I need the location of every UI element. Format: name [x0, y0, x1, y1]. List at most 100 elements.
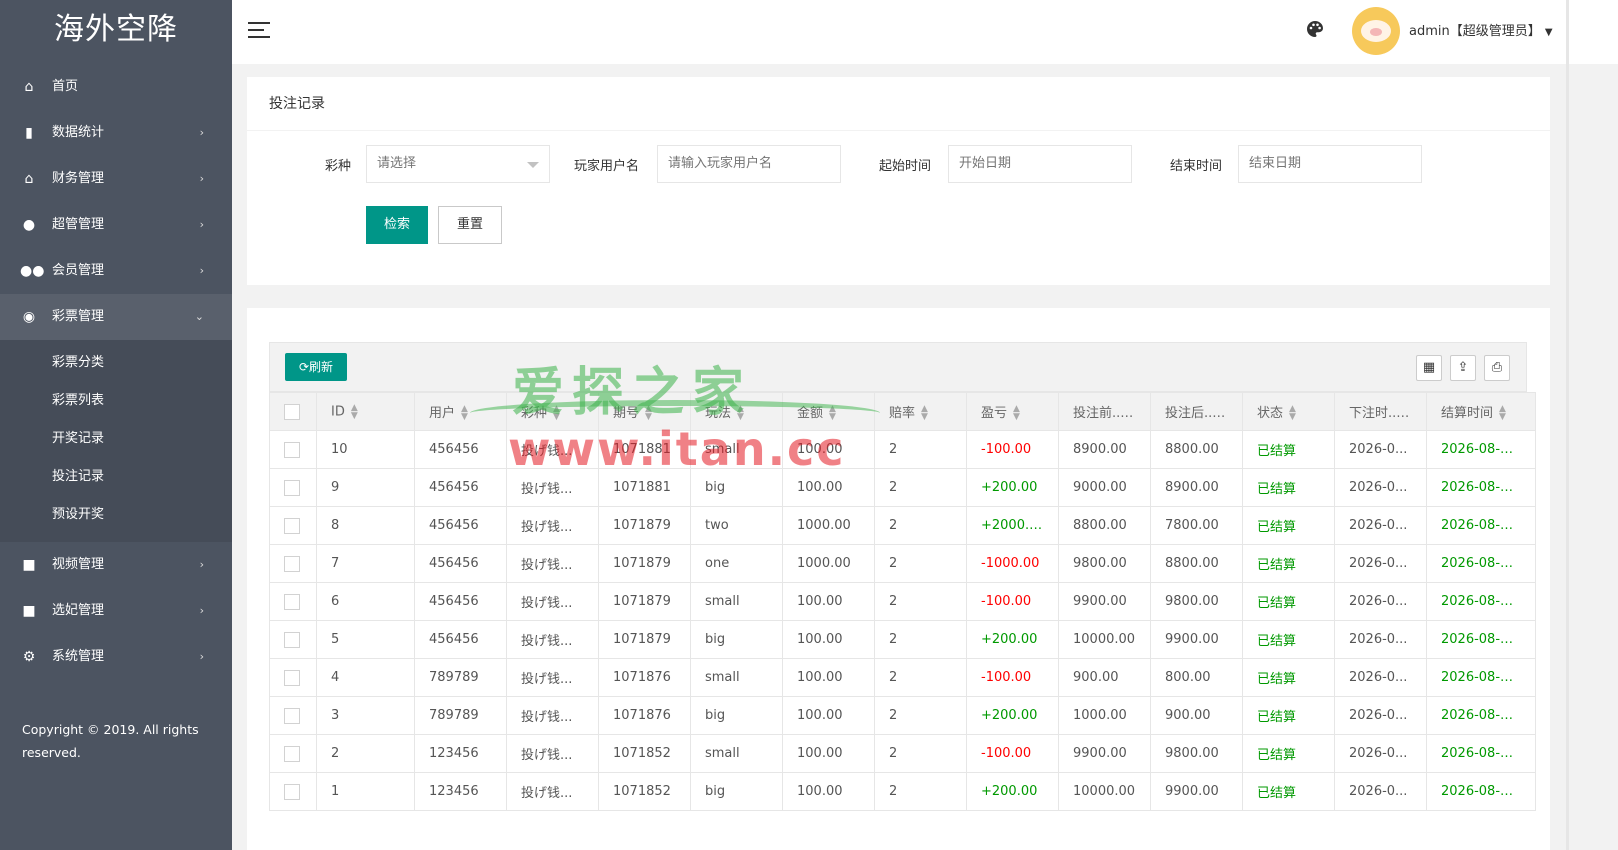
row-checkbox-cell[interactable]	[269, 582, 317, 621]
sort-icon[interactable]: ▲ ▼	[351, 403, 358, 420]
row-checkbox[interactable]	[284, 631, 300, 648]
table-row[interactable]: 9 456456 投げ钱... 1071881 big 100.00 2 +200.00 900…	[269, 468, 1536, 507]
row-checkbox[interactable]	[284, 441, 300, 458]
sidebar-subitem[interactable]: 开奖记录	[0, 420, 232, 458]
cell-amount: 100.00	[782, 658, 875, 697]
refresh-button[interactable]: ⟳刷新	[285, 353, 347, 381]
chevron-right-icon: ›	[199, 172, 204, 185]
sort-icon[interactable]: ▲ ▼	[1289, 405, 1296, 422]
sidebar-item[interactable]: ● 超管管理 ›	[0, 202, 232, 248]
table-row[interactable]: 10 456456 投げ钱... 1071881 small 100.00 2 -100.00…	[269, 430, 1536, 469]
column-header[interactable]: 赔率 ▲ ▼	[874, 392, 967, 431]
column-header-label: 结算时间	[1441, 405, 1494, 421]
cell-user: 456456	[414, 620, 507, 659]
table-row[interactable]: 2 123456 投げ钱... 1071852 small 100.00 2 -100.00 9…	[269, 734, 1536, 773]
row-checkbox-cell[interactable]	[269, 772, 317, 811]
table-row[interactable]: 8 456456 投げ钱... 1071879 two 1000.00 2 +2000.00 8…	[269, 506, 1536, 545]
row-checkbox-cell[interactable]	[269, 696, 317, 735]
cell-id: 10	[316, 430, 415, 469]
row-checkbox[interactable]	[284, 745, 300, 762]
sidebar-item[interactable]: ▮ 数据统计 ›	[0, 110, 232, 156]
sidebar-item[interactable]: ■ 视频管理 ›	[0, 542, 232, 588]
end-date-input[interactable]: 结束日期	[1238, 145, 1422, 183]
username-input[interactable]: 请输入玩家用户名	[657, 145, 841, 183]
app-logo[interactable]: 海外空降	[0, 0, 232, 64]
cell-settle-time: 2026-08-05 13:	[1426, 430, 1536, 469]
column-header[interactable]: 下注时... ▲ ▼	[1334, 392, 1427, 431]
cell-profit: -100.00	[966, 734, 1059, 773]
sort-icon[interactable]: ▲ ▼	[461, 405, 468, 422]
table-row[interactable]: 4 789789 投げ钱... 1071876 small 100.00 2 -100.00 9…	[269, 658, 1536, 697]
table-row[interactable]: 7 456456 投げ钱... 1071879 one 1000.00 2 -1000.00 9…	[269, 544, 1536, 583]
print-icon[interactable]: ⎙	[1484, 355, 1510, 381]
user-menu[interactable]: admin【超级管理员】 ▼	[1409, 20, 1553, 39]
lottery-select[interactable]: 请选择	[366, 145, 550, 183]
sidebar-subitem[interactable]: 彩票分类	[0, 344, 232, 382]
row-checkbox[interactable]	[284, 479, 300, 496]
column-header-label: 用户	[429, 405, 456, 421]
row-checkbox[interactable]	[284, 783, 300, 800]
cell-after: 7800.00	[1150, 506, 1243, 545]
home-icon: ⌂	[24, 79, 34, 95]
scrollbar[interactable]	[1566, 0, 1569, 64]
sidebar-item[interactable]: ◉ 彩票管理 ⌄	[0, 294, 232, 340]
row-checkbox-cell[interactable]	[269, 734, 317, 773]
gamepad-icon: ◉	[22, 309, 36, 325]
row-checkbox-cell[interactable]	[269, 506, 317, 545]
reset-button[interactable]: 重置	[438, 206, 502, 244]
sidebar-item[interactable]: ■ 选妃管理 ›	[0, 588, 232, 634]
table-row[interactable]: 5 456456 投げ钱... 1071879 big 100.00 2 +200.00 100…	[269, 620, 1536, 659]
row-checkbox-cell[interactable]	[269, 544, 317, 583]
sidebar-item[interactable]: ●● 会员管理 ›	[0, 248, 232, 294]
start-date-input[interactable]: 开始日期	[948, 145, 1132, 183]
export-icon[interactable]: ⇪	[1450, 355, 1476, 381]
select-all-checkbox-cell[interactable]	[269, 392, 317, 431]
cell-user: 456456	[414, 506, 507, 545]
table-row[interactable]: 6 456456 投げ钱... 1071879 small 100.00 2 -100.00 9…	[269, 582, 1536, 621]
column-header[interactable]: 结算时间 ▲ ▼	[1426, 392, 1536, 431]
menu-toggle-icon[interactable]	[248, 22, 270, 40]
sidebar-subitem[interactable]: 彩票列表	[0, 382, 232, 420]
column-header[interactable]: 投注后... ▲ ▼	[1150, 392, 1243, 431]
column-header-label: ID	[331, 404, 345, 419]
cell-settle-time: 2026-08-05 13:	[1426, 544, 1536, 583]
row-checkbox-cell[interactable]	[269, 620, 317, 659]
row-checkbox[interactable]	[284, 669, 300, 686]
sort-icon[interactable]: ▲ ▼	[1499, 405, 1506, 422]
row-checkbox-cell[interactable]	[269, 430, 317, 469]
row-checkbox[interactable]	[284, 593, 300, 610]
row-checkbox[interactable]	[284, 555, 300, 572]
cell-settle-time: 2026-08-05 12:	[1426, 696, 1536, 735]
theme-palette-icon[interactable]	[1306, 20, 1326, 40]
sidebar-item[interactable]: ⌂ 首页	[0, 64, 232, 110]
column-header-label: 状态	[1257, 405, 1284, 421]
sort-icon[interactable]: ▲ ▼	[921, 405, 928, 422]
column-header-label: 下注时...	[1349, 405, 1401, 421]
cell-status: 已结算	[1242, 696, 1335, 735]
sidebar-item[interactable]: ⚙ 系统管理 ›	[0, 634, 232, 680]
sort-icon[interactable]: ▲ ▼	[1013, 405, 1020, 422]
user-avatar[interactable]	[1352, 7, 1400, 55]
column-header[interactable]: 投注前... ▲ ▼	[1058, 392, 1151, 431]
sidebar-item[interactable]: ⌂ 财务管理 ›	[0, 156, 232, 202]
columns-filter-icon[interactable]: ▦	[1416, 355, 1442, 381]
row-checkbox-cell[interactable]	[269, 468, 317, 507]
table-row[interactable]: 1 123456 投げ钱... 1071852 big 100.00 2 +200.00 100…	[269, 772, 1536, 811]
sidebar-subitem[interactable]: 预设开奖	[0, 496, 232, 534]
sidebar-subitem[interactable]: 投注记录	[0, 458, 232, 496]
select-all-checkbox[interactable]	[284, 403, 300, 420]
end-date-placeholder: 结束日期	[1249, 156, 1302, 171]
column-header[interactable]: ID ▲ ▼	[316, 392, 415, 431]
cell-amount: 1000.00	[782, 544, 875, 583]
bar-chart-icon: ▮	[25, 125, 33, 141]
page-scrollbar[interactable]	[1566, 64, 1569, 850]
column-header[interactable]: 状态 ▲ ▼	[1242, 392, 1335, 431]
column-header[interactable]: 盈亏 ▲ ▼	[966, 392, 1059, 431]
table-row[interactable]: 3 789789 投げ钱... 1071876 big 100.00 2 +200.00 100…	[269, 696, 1536, 735]
sidebar: 海外空降 ⌂ 首页 ▮ 数据统计 › ⌂ 财务管理 › ● 超管管理 › ●● 会员管理 › ◉ 彩票管理 ⌄ …	[0, 0, 232, 850]
row-checkbox-cell[interactable]	[269, 658, 317, 697]
row-checkbox[interactable]	[284, 707, 300, 724]
cell-user: 123456	[414, 772, 507, 811]
search-button[interactable]: 检索	[366, 206, 428, 244]
row-checkbox[interactable]	[284, 517, 300, 534]
